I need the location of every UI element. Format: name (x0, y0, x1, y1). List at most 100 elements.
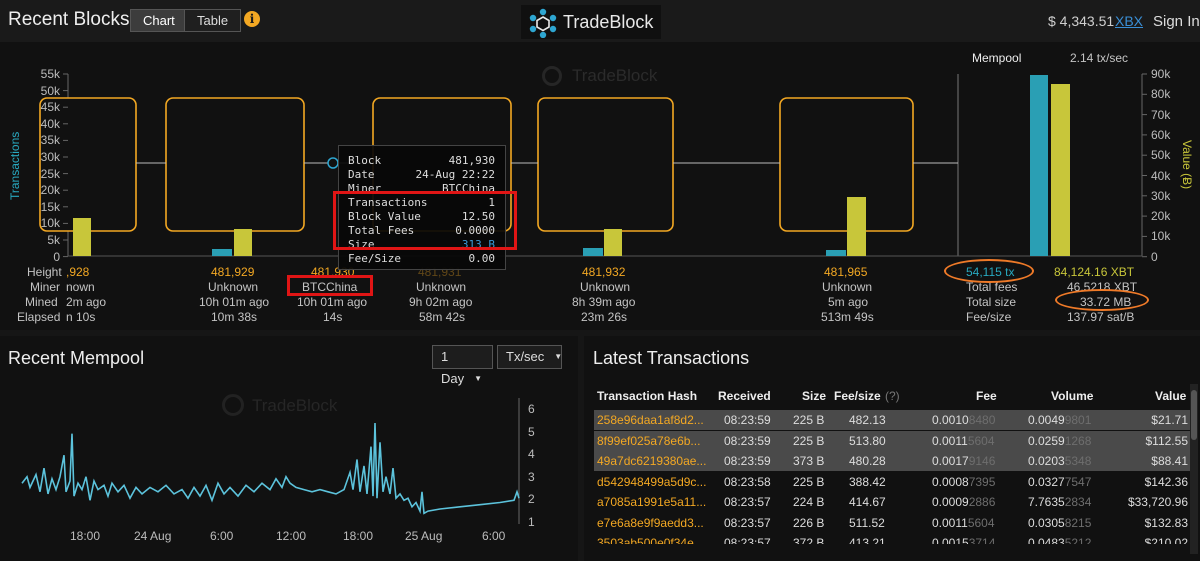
block-elapsed: n 10s (66, 310, 96, 324)
left-tick: 55k (40, 67, 60, 81)
price-unit-link[interactable]: XBX (1115, 13, 1143, 29)
block-height[interactable]: 481,932 (582, 265, 625, 279)
volume-primary: 0.0483 (1028, 536, 1065, 544)
mempool-y-tick: 6 (528, 402, 535, 416)
mempool-x-tick: 18:00 (343, 529, 374, 543)
left-tick: 15k (40, 199, 60, 214)
table-row[interactable]: e7e6a8e9f9aedd3... 08:23:57 226 B 511.52 $13… (594, 513, 1190, 533)
left-tick: 20k (40, 183, 60, 198)
tx-size: 225 B (793, 433, 825, 448)
tx-value: $33,720.96 (1127, 495, 1188, 509)
right-axis-title: Value (Ƀ) (1180, 140, 1194, 190)
chart-view-toggle[interactable]: Chart (130, 9, 188, 32)
volume-dim-digits: 5348 (1064, 454, 1092, 468)
volume-dim-digits: 9801 (1064, 413, 1092, 427)
table-row[interactable]: a7085a1991e5a11... 08:23:57 224 B 414.67 $33… (594, 492, 1190, 512)
tx-bar (826, 250, 846, 256)
table-row[interactable]: 8f99ef025a78e6b... 08:23:59 225 B 513.80 $11… (594, 430, 1190, 451)
col-hash[interactable]: Transaction Hash (597, 389, 697, 403)
volume-dim-digits: 7547 (1064, 474, 1092, 489)
left-tick: 50k (40, 83, 60, 98)
sign-in-link[interactable]: Sign In (1153, 13, 1200, 30)
tx-fee: 0.00115604 (932, 516, 995, 530)
col-volume[interactable]: Volume (1051, 389, 1093, 403)
volume-dim-digits: 1268 (1064, 433, 1092, 448)
row-label-height: Height (27, 265, 62, 279)
table-row[interactable]: 3503ab500e0f34e... 08:23:57 372 B 413.21 $21… (594, 533, 1190, 544)
fee-primary: 0.0011 (932, 515, 968, 530)
transactions-scrollbar[interactable] (1190, 384, 1198, 554)
col-fee-size[interactable]: Fee/size (834, 389, 881, 403)
tx-fee-size: 414.67 (849, 495, 886, 509)
tx-bar (212, 249, 232, 256)
scrollbar-thumb[interactable] (1191, 390, 1197, 440)
annotation-tooltip-box (333, 191, 517, 250)
range-dropdown[interactable]: 1 Day ▼ (432, 345, 493, 386)
page-title: Recent Blocks (8, 9, 130, 30)
row-label-elapsed: Elapsed (17, 310, 61, 324)
annotation-tx-oval (944, 259, 1034, 283)
tx-value: $21.71 (1151, 413, 1188, 427)
tx-hash-link[interactable]: 8f99ef025a78e6b... (597, 434, 700, 448)
fee-primary: 0.0010 (932, 413, 969, 427)
table-row[interactable]: 258e96daa1af8d2... 08:23:59 225 B 482.13 $21… (594, 410, 1190, 430)
tx-size: 225 B (793, 413, 825, 427)
mempool-size-label: Total size (966, 295, 1017, 309)
tx-value: $132.83 (1144, 515, 1188, 530)
table-row[interactable]: 49a7dc6219380ae... 08:23:59 373 B 480.28 $88… (594, 451, 1190, 471)
block-mined: 5m ago (828, 295, 869, 309)
fee-size-help-icon[interactable]: (?) (885, 389, 900, 403)
tx-fee-size: 513.80 (849, 433, 886, 448)
watermark-icon (542, 66, 562, 86)
mempool-series-line (21, 422, 520, 515)
fee-primary: 0.0017 (932, 454, 969, 468)
block-height[interactable]: ,928 (66, 265, 89, 279)
block-elapsed: 14s (323, 310, 343, 324)
info-icon[interactable]: i (244, 11, 260, 27)
col-size[interactable]: Size (802, 389, 826, 403)
left-tick: 40k (40, 116, 60, 131)
metric-dropdown[interactable]: Tx/sec ▼ (497, 345, 562, 369)
block-elapsed: 23m 26s (581, 310, 628, 324)
received-time: 08:23:59 (724, 454, 771, 468)
mempool-x-tick: 12:00 (276, 529, 307, 543)
fee-dim-digits: 3714 (968, 536, 996, 544)
tx-fee-size: 480.28 (849, 454, 886, 468)
tx-hash-link[interactable]: 258e96daa1af8d2... (597, 413, 704, 427)
recent-mempool-title: Recent Mempool (8, 348, 145, 368)
table-view-toggle[interactable]: Table (184, 9, 242, 32)
fee-dim-digits: 5604 (967, 515, 995, 530)
tx-hash-link[interactable]: a7085a1991e5a11... (597, 495, 706, 509)
tx-bar (583, 248, 603, 256)
value-bar (847, 197, 866, 256)
tx-hash-link[interactable]: 49a7dc6219380ae... (597, 454, 706, 468)
left-tick: 10k (40, 216, 60, 231)
col-value[interactable]: Value (1155, 389, 1186, 403)
tx-hash-link[interactable]: e7e6a8e9f9aedd3... (597, 516, 704, 530)
dropdown-caret-icon: ▼ (474, 374, 483, 383)
block-miner: Unknown (580, 280, 631, 294)
block-height[interactable]: 481,965 (824, 265, 867, 279)
annotation-miner-box (287, 275, 373, 296)
tx-hash-link[interactable]: 3503ab500e0f34e... (597, 536, 704, 544)
col-fee[interactable]: Fee (976, 389, 997, 403)
tx-fee: 0.00115604 (932, 434, 995, 448)
volume-primary: 0.0049 (1028, 413, 1065, 427)
tx-hash-link[interactable]: d542948499a5d9c... (597, 475, 706, 489)
block-height[interactable]: 481,929 (211, 265, 254, 279)
tx-fee-size: 511.52 (849, 515, 885, 530)
tooltip-row-block: Block 481,930 (348, 154, 495, 167)
right-tick: 90k (1151, 67, 1171, 81)
tx-value: $88.41 (1151, 454, 1188, 468)
value-bar (604, 229, 622, 256)
col-received[interactable]: Received (718, 389, 771, 403)
volume-dim-digits: 5212 (1064, 536, 1092, 544)
row-label-mined: Mined (25, 295, 58, 309)
volume-primary: 0.0203 (1028, 454, 1065, 468)
fee-primary: 0.0009 (932, 495, 969, 509)
tooltip-row-date: Date 24-Aug 22:22 (348, 168, 495, 181)
table-row[interactable]: d542948499a5d9c... 08:23:58 225 B 388.42 $14… (594, 472, 1190, 492)
annotation-size-oval (1055, 289, 1149, 311)
row-label-miner: Miner (30, 280, 61, 294)
fee-dim-digits: 5604 (967, 433, 995, 448)
